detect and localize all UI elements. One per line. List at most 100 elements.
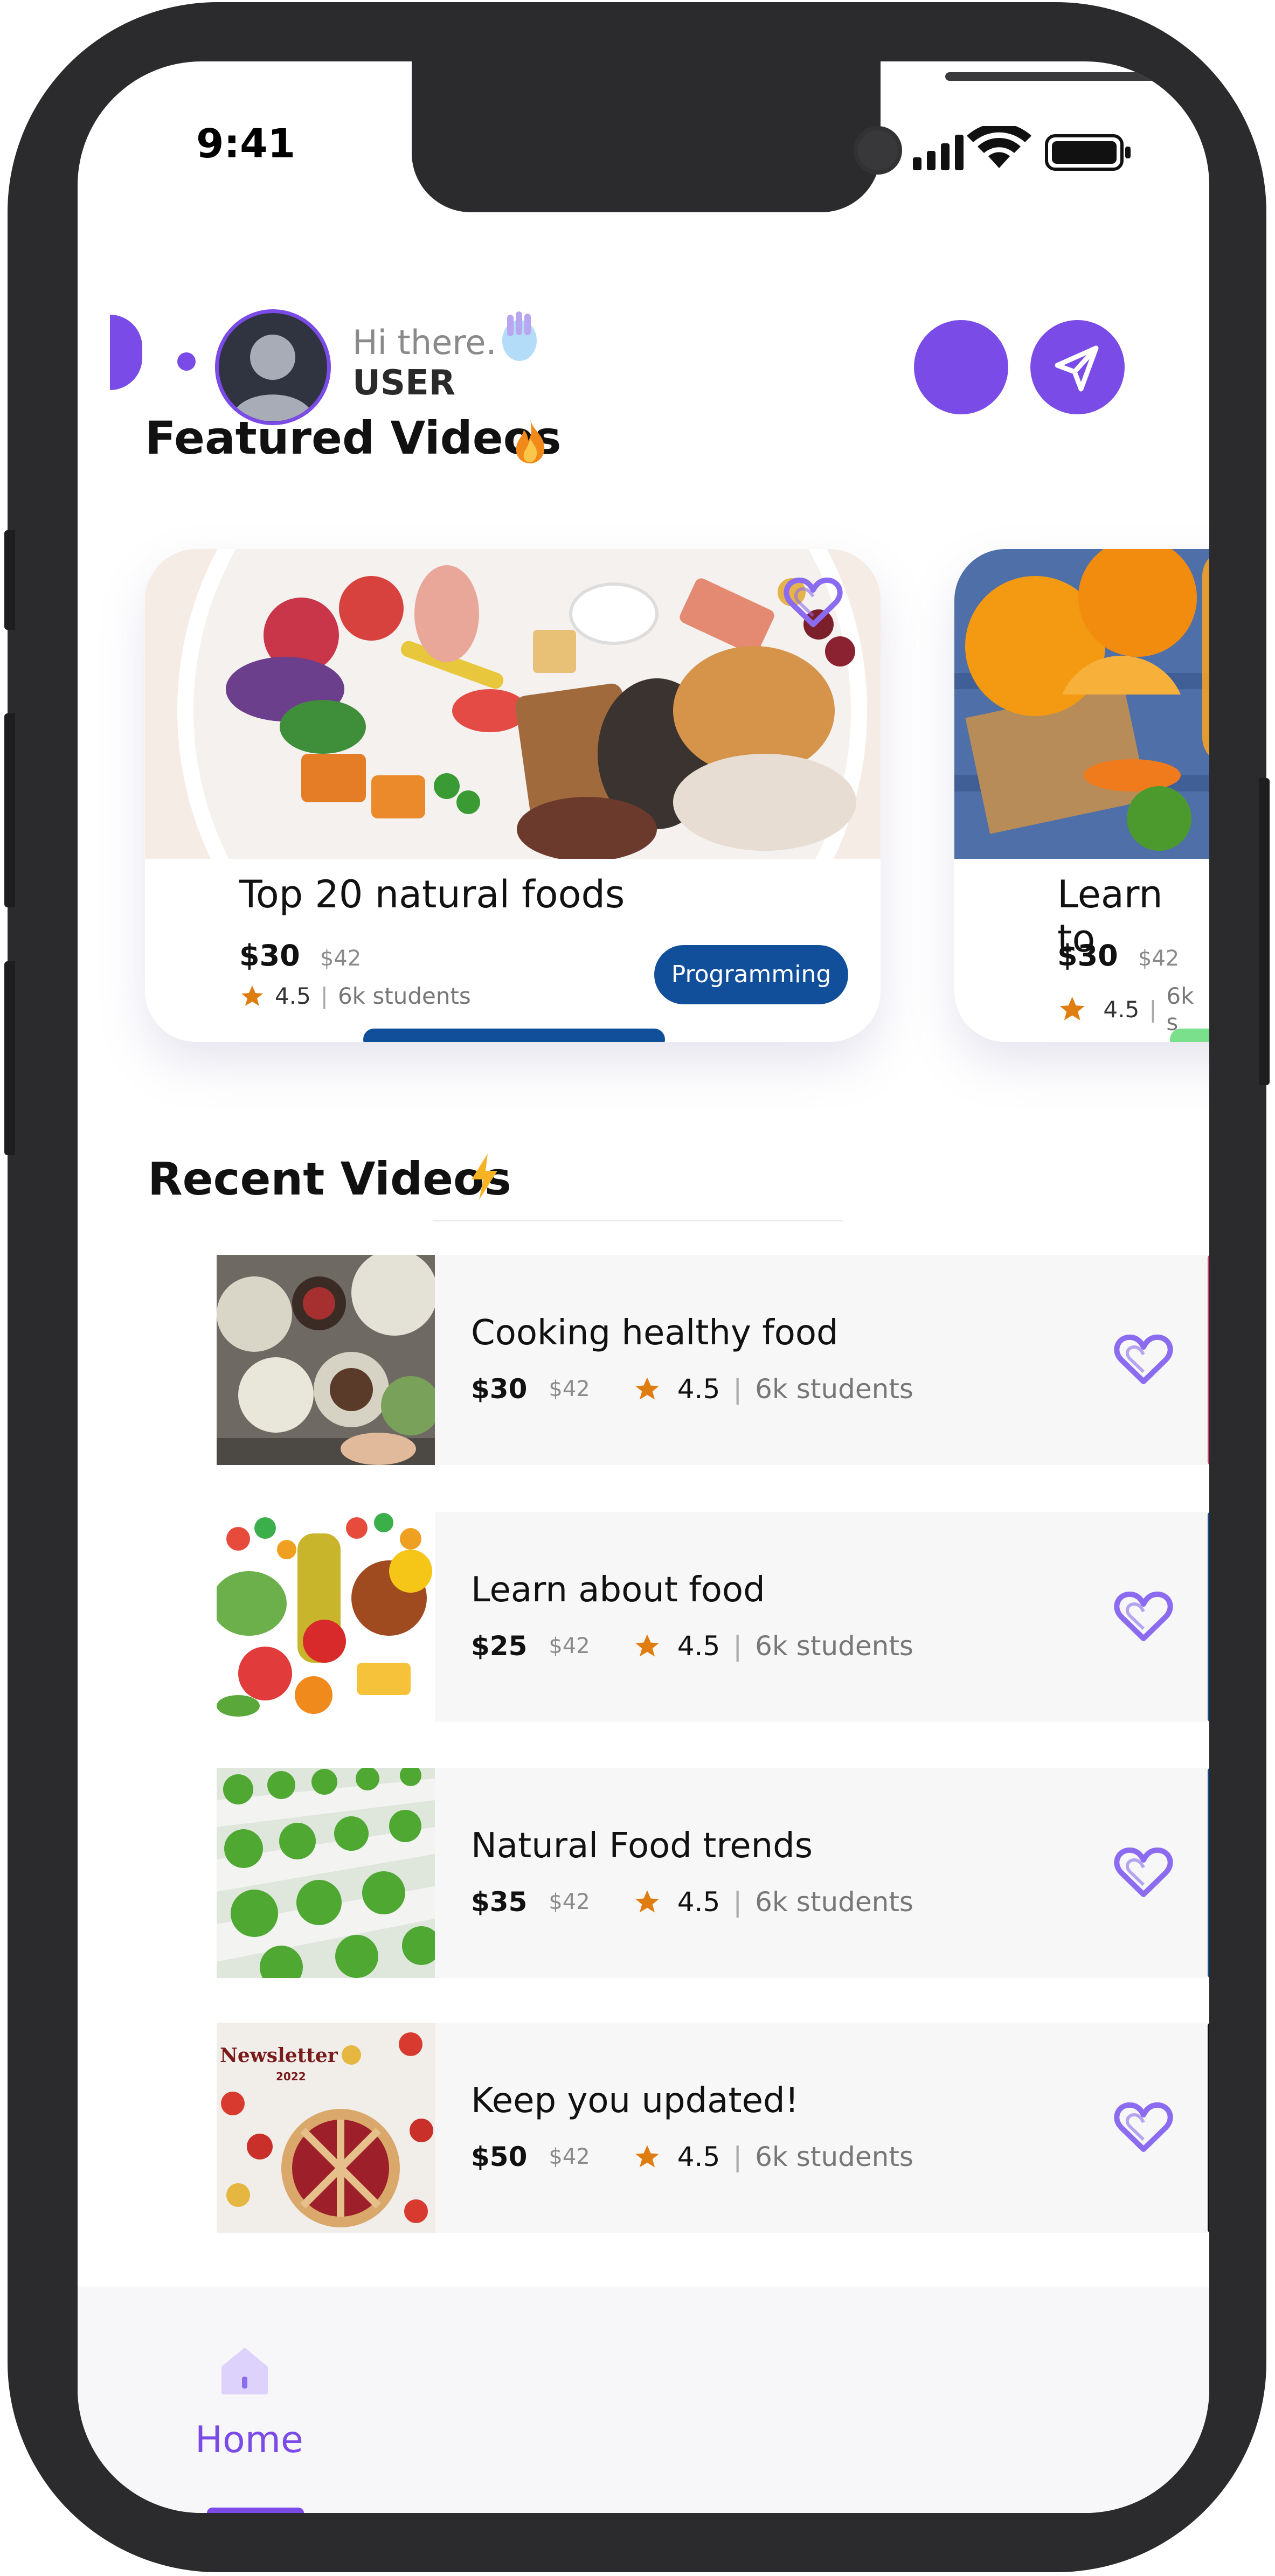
meta-divider: | xyxy=(733,1886,743,1918)
featured-card-price: $30 xyxy=(239,939,300,973)
item-title: Cooking healthy food xyxy=(471,1313,839,1353)
featured-card-old-price: $42 xyxy=(1138,946,1180,971)
featured-card-price-row: $30 $42 xyxy=(239,939,361,973)
featured-card-rating: 4.5 xyxy=(1103,996,1140,1023)
featured-card-price-row: $30 $42 xyxy=(1057,939,1179,973)
item-students: 6k students xyxy=(755,1630,913,1662)
status-icons xyxy=(913,126,1131,171)
phone-frame: 9:41 Hi there. USER Featured Videos Top … xyxy=(4,2,1270,2572)
username: USER xyxy=(352,363,456,403)
item-title: Learn about food xyxy=(471,1570,765,1610)
meta-divider: | xyxy=(733,1373,743,1405)
star-icon xyxy=(241,985,263,1006)
item-students: 6k students xyxy=(755,2141,913,2172)
item-rating: 4.5 xyxy=(677,1373,720,1405)
user-silhouette-icon xyxy=(231,335,315,421)
item-price: $25 xyxy=(471,1630,528,1662)
item-price: $35 xyxy=(471,1886,528,1918)
star-icon xyxy=(635,1634,659,1657)
newsletter-image: Newsletter 2022 xyxy=(217,2023,435,2233)
accent-bar xyxy=(1208,2023,1209,2233)
heart-icon[interactable] xyxy=(1114,1330,1173,1390)
item-old-price: $42 xyxy=(549,2144,590,2169)
nav-home-label[interactable]: Home xyxy=(195,2419,303,2461)
fire-icon xyxy=(516,419,545,463)
oranges-image xyxy=(954,549,1209,859)
category-tag[interactable]: Programming xyxy=(654,945,848,1004)
greeting-text: Hi there. xyxy=(352,323,497,362)
item-title: Natural Food trends xyxy=(471,1826,813,1866)
featured-card-students: 6k s xyxy=(1166,983,1194,1036)
featured-card-price: $30 xyxy=(1057,939,1118,973)
notch xyxy=(412,61,1161,212)
section-divider xyxy=(433,1220,843,1221)
nav-home[interactable] xyxy=(218,2343,272,2397)
list-item[interactable]: Natural Food trends $35 $42 4.5 | 6k stu… xyxy=(217,1768,1209,1978)
list-item[interactable]: Learn about food $25 $42 4.5 | 6k studen… xyxy=(217,1512,1209,1722)
list-item[interactable]: Cooking healthy food $30 $42 4.5 | 6k st… xyxy=(217,1255,1209,1465)
item-rating: 4.5 xyxy=(677,2141,720,2172)
star-icon xyxy=(635,1377,659,1400)
featured-title: Featured Videos xyxy=(145,412,562,464)
item-meta: $50 $42 4.5 | 6k students xyxy=(471,2141,913,2172)
status-time: 9:41 xyxy=(196,121,296,167)
lightning-icon xyxy=(472,1154,497,1200)
front-camera xyxy=(854,126,902,175)
hydroponic-plants-image xyxy=(217,1768,435,1978)
newsletter-label: Newsletter xyxy=(220,2044,338,2067)
heart-icon[interactable] xyxy=(1114,1587,1173,1647)
item-meta: $25 $42 4.5 | 6k students xyxy=(471,1630,913,1662)
accent-bar xyxy=(1208,1512,1209,1722)
meta-divider: | xyxy=(733,1630,743,1662)
heart-icon[interactable] xyxy=(1114,1843,1173,1903)
food-plate-image xyxy=(145,549,881,859)
page-dot xyxy=(177,352,196,371)
avatar[interactable] xyxy=(215,309,331,425)
volume-down-button xyxy=(4,961,15,1155)
featured-card-title: Top 20 natural foods xyxy=(239,872,625,916)
star-icon xyxy=(1059,996,1085,1020)
meta-divider: | xyxy=(1149,996,1157,1023)
send-button[interactable] xyxy=(1030,320,1125,414)
item-students: 6k students xyxy=(755,1373,913,1405)
item-title: Keep you updated! xyxy=(471,2081,799,2121)
vegetables-image xyxy=(217,1512,435,1722)
mute-switch xyxy=(4,530,15,630)
item-rating: 4.5 xyxy=(677,1630,720,1662)
newsletter-year: 2022 xyxy=(276,2070,306,2083)
active-tab-indicator xyxy=(207,2508,304,2513)
volume-up-button xyxy=(4,713,15,907)
heart-icon[interactable] xyxy=(1114,2098,1173,2157)
featured-card-students: 6k students xyxy=(337,983,471,1009)
item-meta: $35 $42 4.5 | 6k students xyxy=(471,1886,913,1918)
heart-icon[interactable] xyxy=(784,576,843,630)
speaker-grill xyxy=(945,72,1161,81)
send-icon xyxy=(1055,345,1099,392)
item-old-price: $42 xyxy=(549,1890,590,1914)
item-rating: 4.5 xyxy=(677,1886,720,1918)
item-students: 6k students xyxy=(755,1886,913,1918)
star-icon xyxy=(635,2145,659,2168)
waving-hand-icon xyxy=(502,311,537,361)
screen: 9:41 Hi there. USER Featured Videos Top … xyxy=(78,61,1209,2513)
featured-card-rating: 4.5 xyxy=(275,983,311,1009)
star-icon xyxy=(635,1890,659,1913)
accent-bar xyxy=(1208,1255,1209,1465)
signal-icon xyxy=(913,135,964,170)
card-progress-bar xyxy=(363,1029,665,1042)
featured-card-old-price: $42 xyxy=(320,946,362,971)
item-meta: $30 $42 4.5 | 6k students xyxy=(471,1373,913,1405)
wifi-icon xyxy=(967,126,1031,168)
recent-title: Recent Videos xyxy=(148,1152,511,1205)
list-item[interactable]: Newsletter 2022 Keep you updated! $50 $4… xyxy=(217,2023,1209,2233)
battery-icon xyxy=(1045,134,1131,171)
featured-card-meta: 4.5 | 6k s xyxy=(1057,983,1209,1036)
profile-action-button[interactable] xyxy=(914,320,1008,414)
accent-bar xyxy=(1208,1768,1209,1978)
power-button xyxy=(1259,778,1270,1085)
side-indicator xyxy=(110,315,142,390)
item-old-price: $42 xyxy=(549,1377,590,1401)
bottom-nav xyxy=(78,2287,1209,2513)
meta-divider: | xyxy=(320,983,328,1009)
item-price: $30 xyxy=(471,1373,528,1405)
